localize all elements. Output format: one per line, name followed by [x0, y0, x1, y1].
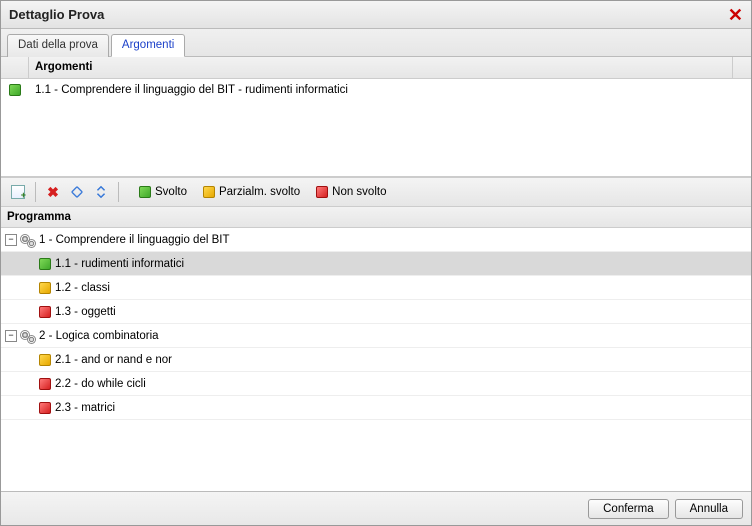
close-icon[interactable]: ✕	[728, 6, 743, 24]
tree-unit-row[interactable]: − 1 - Comprendere il linguaggio del BIT	[1, 228, 751, 252]
tree-unit-label: 1 - Comprendere il linguaggio del BIT	[39, 234, 230, 246]
collapse-all-button[interactable]	[90, 181, 112, 203]
delete-button[interactable]: ✖	[42, 181, 64, 203]
argomenti-panel: Argomenti 1.1 - Comprendere il linguaggi…	[1, 57, 751, 177]
cube-red-icon	[39, 402, 51, 414]
page-plus-icon	[11, 185, 25, 199]
tree-item-row[interactable]: 2.2 - do while cicli	[1, 372, 751, 396]
programma-tree: − 1 - Comprendere il linguaggio del BIT …	[1, 228, 751, 491]
tree-item-label: 2.2 - do while cicli	[55, 378, 146, 390]
argomenti-body: 1.1 - Comprendere il linguaggio del BIT …	[1, 79, 751, 176]
tab-strip: Dati della prova Argomenti	[1, 29, 751, 57]
legend-parzialm-label: Parzialm. svolto	[219, 186, 300, 198]
argomenti-header: Argomenti	[1, 57, 751, 79]
cube-icon	[9, 84, 21, 96]
cube-green-icon	[39, 258, 51, 270]
tree-item-label: 1.1 - rudimenti informatici	[55, 258, 184, 270]
collapse-icon	[94, 185, 108, 199]
footer: Conferma Annulla	[1, 491, 751, 525]
tree-item-row[interactable]: 1.1 - rudimenti informatici	[1, 252, 751, 276]
legend-nonsvolto-label: Non svolto	[332, 186, 386, 198]
cube-red-icon	[316, 186, 328, 198]
separator	[35, 182, 36, 202]
tree-unit-label: 2 - Logica combinatoria	[39, 330, 159, 342]
expander-icon[interactable]: −	[5, 330, 17, 342]
tree-unit-row[interactable]: − 2 - Logica combinatoria	[1, 324, 751, 348]
expand-icon	[70, 185, 84, 199]
gears-icon	[21, 329, 35, 343]
legend-nonsvolto: Non svolto	[316, 186, 386, 198]
tab-dati-prova[interactable]: Dati della prova	[7, 34, 109, 57]
tab-argomenti[interactable]: Argomenti	[111, 34, 185, 57]
argomenti-column-header: Argomenti	[29, 57, 733, 78]
tree-item-row[interactable]: 1.3 - oggetti	[1, 300, 751, 324]
tree-item-label: 2.1 - and or nand e nor	[55, 354, 172, 366]
expand-all-button[interactable]	[66, 181, 88, 203]
programma-header: Programma	[1, 207, 751, 228]
argomenti-row[interactable]: 1.1 - Comprendere il linguaggio del BIT …	[1, 79, 751, 101]
cube-yellow-icon	[203, 186, 215, 198]
tree-item-row[interactable]: 1.2 - classi	[1, 276, 751, 300]
legend-parzialm: Parzialm. svolto	[203, 186, 300, 198]
tree-item-row[interactable]: 2.1 - and or nand e nor	[1, 348, 751, 372]
dialog-title: Dettaglio Prova	[9, 7, 104, 22]
cube-red-icon	[39, 378, 51, 390]
cube-yellow-icon	[39, 282, 51, 294]
add-page-button[interactable]	[7, 181, 29, 203]
dialog-window: Dettaglio Prova ✕ Dati della prova Argom…	[0, 0, 752, 526]
tree-item-label: 2.3 - matrici	[55, 402, 115, 414]
legend-svolto: Svolto	[139, 186, 187, 198]
cube-red-icon	[39, 306, 51, 318]
confirm-button[interactable]: Conferma	[588, 499, 669, 519]
cube-green-icon	[139, 186, 151, 198]
cancel-button[interactable]: Annulla	[675, 499, 743, 519]
titlebar: Dettaglio Prova ✕	[1, 1, 751, 29]
expander-icon[interactable]: −	[5, 234, 17, 246]
x-icon: ✖	[47, 184, 59, 201]
separator	[118, 182, 119, 202]
tree-item-label: 1.3 - oggetti	[55, 306, 116, 318]
gears-icon	[21, 233, 35, 247]
argomenti-row-text: 1.1 - Comprendere il linguaggio del BIT …	[29, 84, 751, 96]
tree-item-label: 1.2 - classi	[55, 282, 110, 294]
cube-yellow-icon	[39, 354, 51, 366]
legend-svolto-label: Svolto	[155, 186, 187, 198]
tree-item-row[interactable]: 2.3 - matrici	[1, 396, 751, 420]
toolbar: ✖ Svolto Parzialm. svolto Non svolto	[1, 177, 751, 207]
